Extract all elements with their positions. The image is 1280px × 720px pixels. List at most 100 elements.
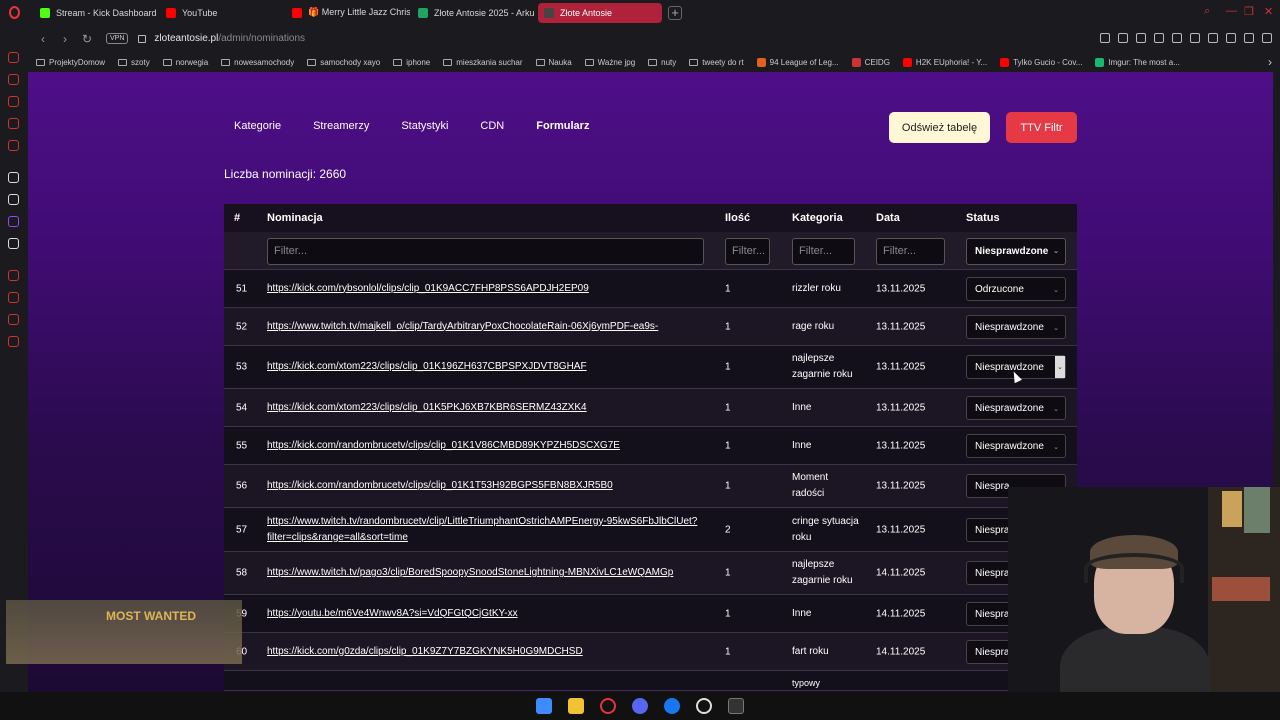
sidebar-twitch-icon[interactable] (8, 216, 19, 227)
bookmarks-overflow-icon[interactable]: › (1268, 55, 1272, 69)
sidebar-app-icon[interactable] (8, 118, 19, 129)
row-nomination-link[interactable]: https://kick.com/g0zda/clips/clip_01K9Z7… (267, 644, 707, 660)
close-window-icon[interactable]: ✕ (1264, 5, 1273, 18)
bookmark-item[interactable]: Nauka (535, 58, 572, 67)
browser-tab[interactable]: Złote Antosie 2025 - Arku (412, 3, 536, 23)
status-filter-select[interactable]: Niesprawdzone ⌄ (966, 238, 1066, 265)
row-nomination-link[interactable]: https://kick.com/xtom223/clips/clip_01K1… (267, 359, 707, 375)
url-field[interactable]: zloteantosie.pl/admin/nominations (154, 33, 305, 44)
wallet-icon[interactable] (1208, 33, 1218, 43)
vpn-badge[interactable]: VPN (106, 33, 129, 44)
row-status-select[interactable]: Odrzucone ⌄ (966, 276, 1066, 301)
row-status-select[interactable]: Niesprawdzone ⌄ (966, 314, 1066, 339)
forward-icon[interactable]: › (56, 32, 74, 46)
nav-item-formularz[interactable]: Formularz (536, 120, 589, 132)
bookmark-item[interactable]: tweety do rt (689, 58, 744, 67)
sidebar-app-icon[interactable] (8, 52, 19, 63)
search-tabs-icon[interactable]: ⌕ (1204, 5, 1210, 18)
bookmark-item[interactable]: nowesamochody (221, 58, 294, 67)
heart-icon[interactable] (1172, 33, 1182, 43)
nomination-filter-input[interactable]: Filter... (267, 238, 704, 265)
nomination-count: Liczba nominacji: 2660 (224, 167, 347, 181)
category-filter-input[interactable]: Filter... (792, 238, 855, 265)
opera-sidebar (0, 44, 28, 694)
row-nomination-link[interactable]: https://youtu.be/m6Ve4Wnwv8A?si=VdQFGtQC… (267, 606, 707, 622)
bookmark-item[interactable]: samochody xayo (307, 58, 380, 67)
row-nomination-link[interactable]: https://kick.com/randombrucetv/clips/cli… (267, 478, 707, 494)
browser-tab[interactable]: Stream - Kick Dashboard (34, 3, 158, 23)
bookmark-item[interactable]: Ważne jpg (584, 58, 635, 67)
quantity-filter-input[interactable]: Filter... (725, 238, 770, 265)
nav-item-cdn[interactable]: CDN (480, 120, 504, 132)
sidebar-x-icon[interactable] (8, 238, 19, 249)
obs-icon[interactable] (696, 698, 712, 714)
sidebar-settings-icon[interactable] (8, 336, 19, 347)
maximize-icon[interactable]: ❐ (1244, 5, 1254, 18)
sidebar-aria-icon[interactable] (8, 172, 19, 183)
browser-tab[interactable]: Złote Antosie (538, 2, 662, 23)
sidebar-chatgpt-icon[interactable] (8, 194, 19, 205)
ttv-filter-button[interactable]: TTV Filtr (1006, 112, 1077, 143)
header-number[interactable]: # (234, 212, 240, 224)
header-category[interactable]: Kategoria (792, 212, 843, 224)
play-icon[interactable] (1154, 33, 1164, 43)
header-quantity[interactable]: Ilość (725, 212, 750, 224)
profile-icon[interactable] (1244, 33, 1254, 43)
opera-taskbar-icon[interactable] (600, 698, 616, 714)
sidebar-app-icon[interactable] (8, 140, 19, 151)
bookmark-item[interactable]: szoty (118, 58, 150, 67)
bookmark-item[interactable]: nuty (648, 58, 676, 67)
snapshot-icon[interactable] (1118, 33, 1128, 43)
new-tab-button[interactable]: + (668, 5, 682, 20)
row-nomination-link[interactable]: https://www.twitch.tv/randombrucetv/clip… (267, 514, 707, 546)
bookmark-item[interactable]: 94 League of Leg... (756, 57, 839, 67)
row-nomination-link[interactable]: https://kick.com/randombrucetv/clips/cli… (267, 438, 707, 454)
row-status-select[interactable]: Niesprawdzone ⌄ (966, 433, 1066, 458)
bookmarks-bar: ProjektyDomow szoty norwegia nowesamochody s… (0, 52, 1280, 72)
sidebar-app-icon[interactable] (8, 74, 19, 85)
share-icon[interactable] (1136, 33, 1146, 43)
bookmark-item[interactable]: CEIDG (851, 57, 890, 67)
opera-logo-icon[interactable] (0, 0, 28, 25)
sidebar-app-icon[interactable] (8, 96, 19, 107)
sidebar-app-icon[interactable] (8, 314, 19, 325)
date-filter-input[interactable]: Filter... (876, 238, 945, 265)
bookmark-item[interactable]: Tylko Gucio - Cov... (1000, 57, 1082, 67)
extensions-icon[interactable] (1190, 33, 1200, 43)
bookmark-item[interactable]: norwegia (162, 58, 208, 67)
row-number: 58 (236, 567, 248, 579)
row-nomination-link[interactable]: https://kick.com/rybsonlol/clips/clip_01… (267, 281, 707, 297)
bookmark-item[interactable]: mieszkania suchar (443, 58, 523, 67)
header-status[interactable]: Status (966, 212, 1000, 224)
row-nomination-link[interactable]: https://kick.com/xtom223/clips/clip_01K5… (267, 400, 707, 416)
minimize-icon[interactable]: — (1226, 5, 1237, 17)
row-nomination-link[interactable]: https://www.twitch.tv/majkell_o/clip/Tar… (267, 319, 707, 335)
facebook-icon[interactable] (664, 698, 680, 714)
nav-item-streamerzy[interactable]: Streamerzy (313, 120, 369, 132)
reload-icon[interactable]: ↻ (78, 32, 96, 46)
windows-start-icon[interactable] (536, 698, 552, 714)
row-nomination-link[interactable]: https://www.twitch.tv/pago3/clip/BoredSp… (267, 565, 707, 581)
bookmark-item[interactable]: H2K EUphoria! - Y... (902, 57, 987, 67)
sidebar-app-icon[interactable] (8, 270, 19, 281)
header-nomination[interactable]: Nominacja (267, 212, 323, 224)
terminal-icon[interactable] (728, 698, 744, 714)
nav-item-statystyki[interactable]: Statystyki (401, 120, 448, 132)
lock-icon[interactable] (138, 34, 147, 43)
bookmark-item[interactable]: ProjektyDomow (36, 58, 105, 67)
file-explorer-icon[interactable] (568, 698, 584, 714)
header-date[interactable]: Data (876, 212, 900, 224)
browser-tab[interactable]: 🎁 Merry Little Jazz Chris (286, 3, 410, 23)
menu-icon[interactable] (1262, 33, 1272, 43)
discord-icon[interactable] (632, 698, 648, 714)
nav-item-kategorie[interactable]: Kategorie (234, 120, 281, 132)
refresh-table-button[interactable]: Odśwież tabelę (889, 112, 990, 143)
sidebar-history-icon[interactable] (8, 292, 19, 303)
pin-icon[interactable] (1100, 33, 1110, 43)
row-status-select[interactable]: Niesprawdzone ⌄ (966, 395, 1066, 420)
download-icon[interactable] (1226, 33, 1236, 43)
back-icon[interactable]: ‹ (34, 32, 52, 46)
browser-tab[interactable]: YouTube (160, 3, 284, 23)
bookmark-item[interactable]: Imgur: The most a... (1095, 57, 1180, 67)
bookmark-item[interactable]: iphone (393, 58, 430, 67)
